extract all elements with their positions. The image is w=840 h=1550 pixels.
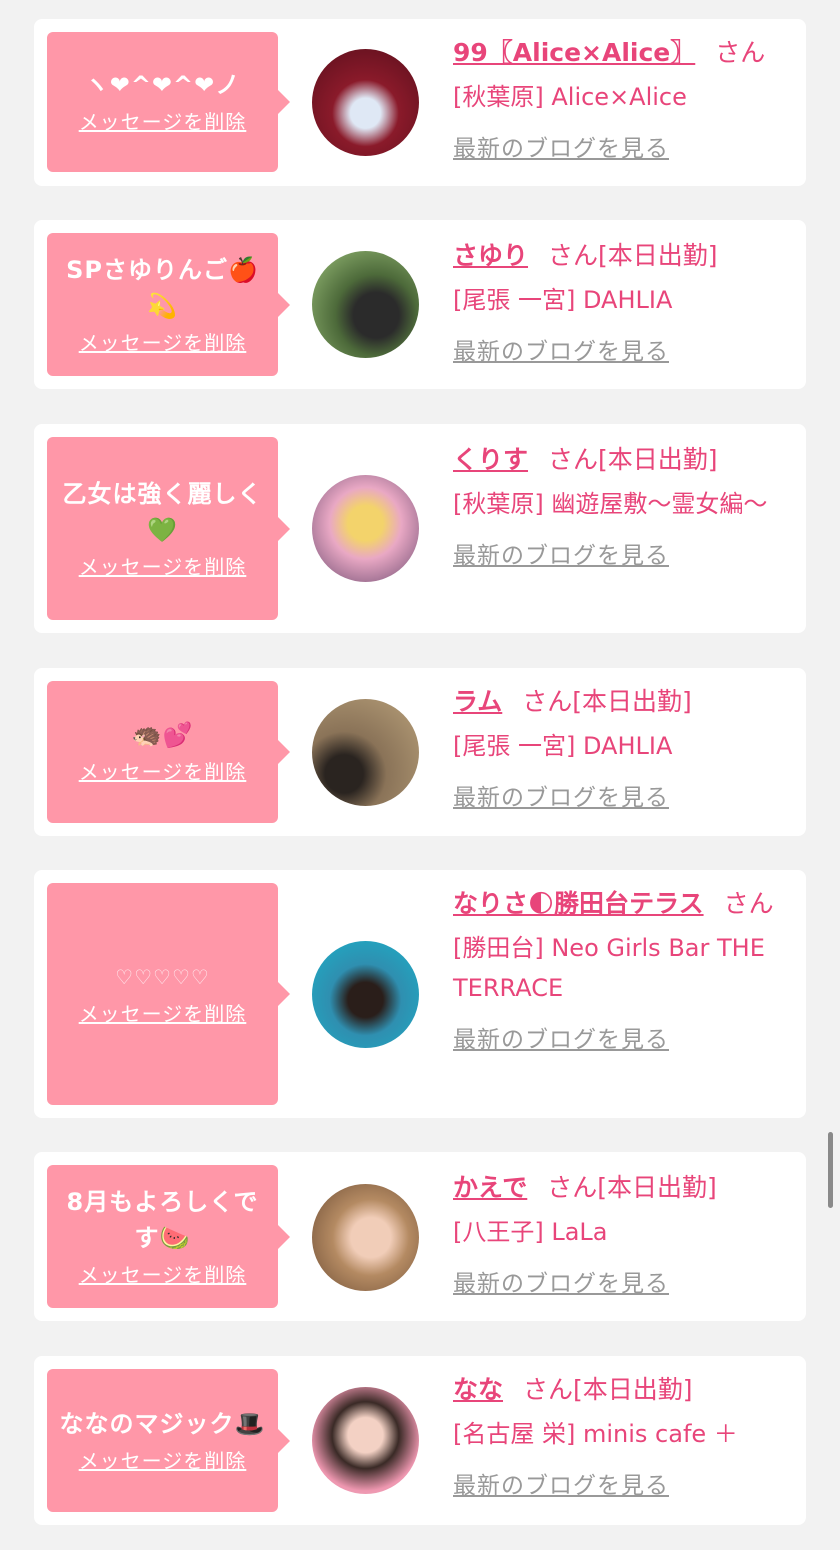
message-bubble: 8月もよろしくです🍉 メッセージを削除 (47, 1165, 290, 1308)
avatar[interactable] (312, 49, 419, 156)
message-text: SPさゆりんご🍎💫 (66, 255, 259, 320)
favorite-card: ♡♡♡♡♡ メッセージを削除 なりさ🌓勝田台テラス さん [勝田台] Neo Gi… (34, 870, 806, 1118)
honorific: さん (723, 889, 774, 918)
status-badge: [本日出勤] (572, 687, 692, 716)
cast-info: かえで さん[本日出勤] [八王子] LaLa 最新のブログを見る (453, 1168, 798, 1298)
status-badge: [本日出勤] (597, 1173, 717, 1202)
honorific: さん (522, 687, 573, 716)
name-line: かえで さん[本日出勤] (453, 1168, 798, 1208)
shop-name: [勝田台] Neo Girls Bar THE TERRACE (453, 934, 765, 1002)
latest-blog-link[interactable]: 最新のブログを見る (453, 1264, 669, 1298)
message-text: 乙女は強く麗しく💚 (62, 479, 263, 544)
delete-message-link[interactable]: メッセージを削除 (79, 552, 247, 582)
avatar[interactable] (312, 475, 419, 582)
message-text: ななのマジック🎩 (59, 1409, 266, 1438)
avatar[interactable] (312, 1387, 419, 1494)
avatar[interactable] (312, 251, 419, 358)
shop-name: [秋葉原] Alice×Alice (453, 83, 687, 111)
favorite-card: SPさゆりんご🍎💫 メッセージを削除 さゆり さん[本日出勤] [尾張 一宮] D… (34, 220, 806, 389)
shop-name: [名古屋 栄] minis cafe ＋ (453, 1420, 738, 1448)
message-text: 🦔💕 (131, 721, 194, 749)
message-bubble: 🦔💕 メッセージを削除 (47, 681, 290, 823)
favorite-card: 🦔💕 メッセージを削除 ラム さん[本日出勤] [尾張 一宮] DAHLIA 最新… (34, 668, 806, 836)
message-text: ヽ❤︎^❤︎^❤︎ノ (84, 71, 241, 99)
shop-name: [尾張 一宮] DAHLIA (453, 286, 673, 314)
message-bubble: ♡♡♡♡♡ メッセージを削除 (47, 883, 290, 1105)
shop-name: [八王子] LaLa (453, 1218, 608, 1246)
cast-name-link[interactable]: なな (453, 1375, 503, 1404)
cast-name-link[interactable]: 99〖Alice×Alice〗 (453, 38, 695, 67)
delete-message-link[interactable]: メッセージを削除 (79, 1260, 247, 1290)
delete-message-link[interactable]: メッセージを削除 (79, 757, 247, 787)
status-badge: [本日出勤] (573, 1375, 693, 1404)
latest-blog-link[interactable]: 最新のブログを見る (453, 129, 669, 163)
shop-name: [秋葉原] 幽遊屋敷〜霊女編〜 (453, 490, 768, 518)
cast-info: 99〖Alice×Alice〗 さん [秋葉原] Alice×Alice 最新のブ… (453, 33, 798, 163)
latest-blog-link[interactable]: 最新のブログを見る (453, 1466, 669, 1500)
delete-message-link[interactable]: メッセージを削除 (79, 999, 247, 1029)
cast-info: なな さん[本日出勤] [名古屋 栄] minis cafe ＋ 最新のブログを見… (453, 1370, 798, 1500)
honorific: さん (715, 38, 766, 67)
message-text: 8月もよろしくです🍉 (66, 1187, 259, 1252)
latest-blog-link[interactable]: 最新のブログを見る (453, 1020, 669, 1054)
latest-blog-link[interactable]: 最新のブログを見る (453, 332, 669, 366)
cast-name-link[interactable]: なりさ🌓勝田台テラス (453, 889, 704, 918)
name-line: さゆり さん[本日出勤] (453, 236, 798, 276)
message-bubble: ヽ❤︎^❤︎^❤︎ノ メッセージを削除 (47, 32, 290, 172)
latest-blog-link[interactable]: 最新のブログを見る (453, 536, 669, 570)
status-badge: [本日出勤] (598, 445, 718, 474)
avatar[interactable] (312, 941, 419, 1048)
latest-blog-link[interactable]: 最新のブログを見る (453, 778, 669, 812)
favorites-list: ヽ❤︎^❤︎^❤︎ノ メッセージを削除 99〖Alice×Alice〗 さん [秋… (0, 0, 840, 1550)
name-line: ラム さん[本日出勤] (453, 682, 798, 722)
avatar[interactable] (312, 699, 419, 806)
status-badge: [本日出勤] (598, 241, 718, 270)
cast-info: くりす さん[本日出勤] [秋葉原] 幽遊屋敷〜霊女編〜 最新のブログを見る (453, 440, 798, 570)
honorific: さん (548, 445, 599, 474)
message-bubble: ななのマジック🎩 メッセージを削除 (47, 1369, 290, 1512)
name-line: くりす さん[本日出勤] (453, 440, 798, 480)
delete-message-link[interactable]: メッセージを削除 (79, 1446, 247, 1476)
cast-name-link[interactable]: かえで (453, 1173, 527, 1202)
honorific: さん (548, 241, 599, 270)
avatar[interactable] (312, 1184, 419, 1291)
cast-info: なりさ🌓勝田台テラス さん [勝田台] Neo Girls Bar THE TER… (453, 884, 798, 1054)
name-line: 99〖Alice×Alice〗 さん (453, 33, 798, 73)
cast-info: さゆり さん[本日出勤] [尾張 一宮] DAHLIA 最新のブログを見る (453, 236, 798, 366)
delete-message-link[interactable]: メッセージを削除 (79, 328, 247, 358)
message-text: ♡♡♡♡♡ (115, 965, 210, 989)
favorite-card: ななのマジック🎩 メッセージを削除 なな さん[本日出勤] [名古屋 栄] min… (34, 1356, 806, 1525)
favorite-card: 乙女は強く麗しく💚 メッセージを削除 くりす さん[本日出勤] [秋葉原] 幽遊屋… (34, 424, 806, 633)
cast-name-link[interactable]: さゆり (453, 241, 528, 270)
scrollbar[interactable] (828, 1132, 833, 1208)
favorite-card: ヽ❤︎^❤︎^❤︎ノ メッセージを削除 99〖Alice×Alice〗 さん [秋… (34, 19, 806, 186)
favorite-card: 8月もよろしくです🍉 メッセージを削除 かえで さん[本日出勤] [八王子] La… (34, 1152, 806, 1321)
message-bubble: SPさゆりんご🍎💫 メッセージを削除 (47, 233, 290, 376)
delete-message-link[interactable]: メッセージを削除 (79, 107, 247, 137)
honorific: さん (523, 1375, 574, 1404)
message-bubble: 乙女は強く麗しく💚 メッセージを削除 (47, 437, 290, 620)
cast-name-link[interactable]: くりす (453, 445, 528, 474)
honorific: さん (547, 1173, 598, 1202)
name-line: なりさ🌓勝田台テラス さん (453, 884, 798, 924)
shop-name: [尾張 一宮] DAHLIA (453, 732, 673, 760)
cast-name-link[interactable]: ラム (453, 687, 502, 716)
cast-info: ラム さん[本日出勤] [尾張 一宮] DAHLIA 最新のブログを見る (453, 682, 798, 812)
name-line: なな さん[本日出勤] (453, 1370, 798, 1410)
